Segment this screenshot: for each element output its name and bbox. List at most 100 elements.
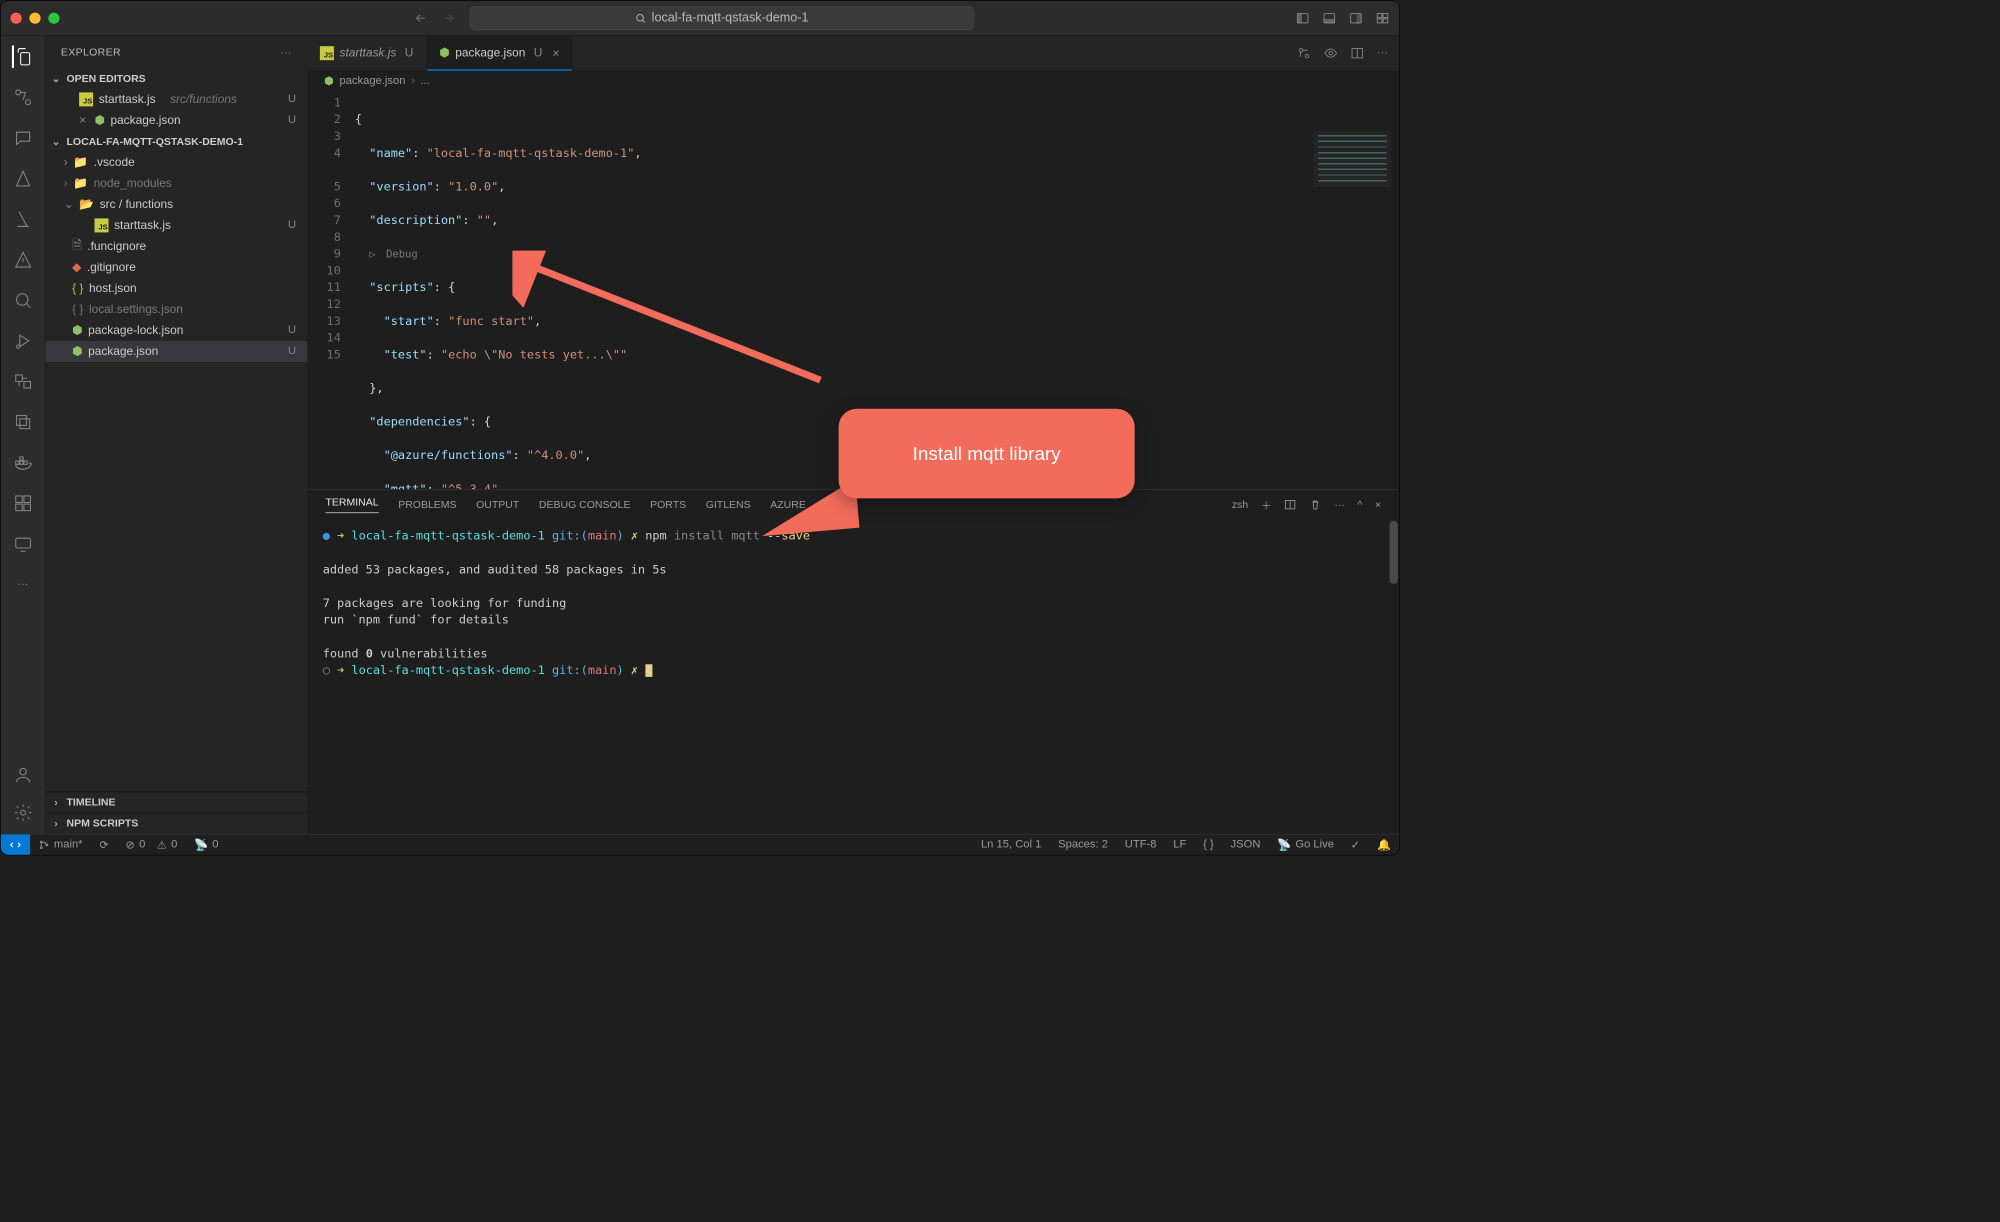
npm-scripts-header[interactable]: ›NPM SCRIPTS (46, 813, 308, 834)
tree-file[interactable]: ◆.gitignore (46, 257, 308, 278)
copy-tab-icon[interactable] (12, 411, 34, 433)
panel-close-icon[interactable]: × (1375, 499, 1381, 511)
terminal-kill-icon[interactable] (1309, 498, 1322, 511)
terminal-output: run `npm fund` for details (323, 612, 1384, 629)
layout-bottom-icon[interactable] (1322, 11, 1336, 25)
explorer-more-icon[interactable]: ··· (280, 46, 292, 58)
scm-branch[interactable]: main* (30, 838, 91, 851)
panel-tab-terminal[interactable]: TERMINAL (326, 496, 379, 513)
ports-status[interactable]: 📡0 (186, 838, 227, 852)
encoding-label: UTF-8 (1125, 838, 1157, 851)
azure-functions-icon[interactable] (12, 249, 34, 271)
run-tab-icon[interactable] (12, 330, 34, 352)
command-center[interactable]: local-fa-mqtt-qstask-demo-1 (470, 6, 974, 30)
sync-button[interactable]: ⟳ (91, 838, 117, 852)
explorer-tab-icon[interactable] (12, 46, 34, 68)
tree-file[interactable]: 🗎.funcignore (46, 236, 308, 257)
brackets-status[interactable]: { } (1195, 838, 1222, 852)
spaces-status[interactable]: Spaces: 2 (1050, 838, 1117, 852)
maximize-window-button[interactable] (48, 12, 59, 23)
folder-label: src / functions (100, 197, 173, 211)
notifications-button[interactable]: 🔔 (1369, 838, 1400, 852)
encoding-status[interactable]: UTF-8 (1116, 838, 1165, 852)
tab-starttask[interactable]: JSstarttask.jsU (307, 36, 426, 71)
settings-icon[interactable] (12, 802, 34, 824)
close-window-button[interactable] (11, 12, 22, 23)
json-icon: { } (72, 281, 83, 295)
layout-primary-icon[interactable] (1296, 11, 1310, 25)
error-count: 0 (139, 838, 145, 851)
file-hint: src/functions (170, 92, 237, 106)
minimize-window-button[interactable] (29, 12, 40, 23)
prettier-status[interactable]: ✓ (1342, 838, 1368, 852)
breadcrumb[interactable]: ⬢ package.json › ... (307, 71, 1399, 92)
warning-count: 0 (171, 838, 177, 851)
language-status[interactable]: JSON (1222, 838, 1269, 852)
explorer-title: EXPLORER (61, 46, 121, 58)
terminal-shell[interactable]: zsh (1232, 499, 1248, 511)
open-editors-header[interactable]: ⌄OPEN EDITORS (46, 68, 308, 89)
open-editor-item[interactable]: JSstarttask.js src/functionsU (46, 89, 308, 110)
tree-folder-open[interactable]: ⌄📂src / functions (46, 194, 308, 215)
panel-tab-gitlens[interactable]: GITLENS (706, 499, 751, 511)
minimap[interactable] (1314, 131, 1391, 187)
azure-resources-icon[interactable] (12, 208, 34, 230)
gutter: 123456789101112131415 (307, 92, 355, 364)
more-tab-icon[interactable]: ··· (12, 573, 34, 595)
panel-tab-problems[interactable]: PROBLEMS (398, 499, 456, 511)
remote-explorer-icon[interactable] (12, 533, 34, 555)
terminal-new-icon[interactable]: ＋ (1261, 497, 1272, 512)
layout-secondary-icon[interactable] (1349, 11, 1363, 25)
panel-maximize-icon[interactable]: ^ (1357, 499, 1362, 511)
terminal[interactable]: ● ➜ local-fa-mqtt-qstask-demo-1 git:(mai… (307, 519, 1399, 833)
tree-file[interactable]: { }local.settings.json (46, 299, 308, 320)
close-icon[interactable]: × (552, 46, 559, 61)
breadcrumb-rest: ... (420, 75, 429, 88)
ports-count: 0 (212, 838, 218, 851)
terminal-split-icon[interactable] (1284, 498, 1297, 511)
remote-tab-icon[interactable] (12, 370, 34, 392)
open-editor-item[interactable]: ×⬢package.jsonU (46, 110, 308, 131)
tab-package-json[interactable]: ⬢package.jsonU× (427, 36, 573, 71)
workspace-header[interactable]: ⌄LOCAL-FA-MQTT-QSTASK-DEMO-1 (46, 131, 308, 152)
panel-tab-ports[interactable]: PORTS (650, 499, 686, 511)
cursor-position[interactable]: Ln 15, Col 1 (973, 838, 1050, 852)
timeline-header[interactable]: ›TIMELINE (46, 792, 308, 813)
tree-folder[interactable]: ›📁.vscode (46, 152, 308, 173)
panel-tab-output[interactable]: OUTPUT (476, 499, 519, 511)
split-icon[interactable] (1350, 46, 1364, 60)
close-icon[interactable]: × (79, 113, 86, 127)
tree-file[interactable]: ⬢package-lock.jsonU (46, 320, 308, 341)
chat-tab-icon[interactable] (12, 127, 34, 149)
panel-tab-debug[interactable]: DEBUG CONSOLE (539, 499, 631, 511)
azure-tab-icon[interactable] (12, 167, 34, 189)
annotation-callout: Install mqtt library (839, 409, 1135, 499)
terminal-more-icon[interactable]: ··· (1334, 499, 1345, 511)
debug-codelens[interactable]: ▷ Debug (369, 246, 417, 263)
account-icon[interactable] (12, 764, 34, 786)
eol-status[interactable]: LF (1165, 838, 1195, 852)
tree-file[interactable]: JSstarttask.jsU (46, 215, 308, 236)
extensions-tab-icon[interactable] (12, 492, 34, 514)
file-label: .gitignore (87, 260, 136, 274)
tree-file[interactable]: { }host.json (46, 278, 308, 299)
docker-tab-icon[interactable] (12, 452, 34, 474)
remote-indicator[interactable] (1, 834, 30, 855)
tab-label: starttask.js (340, 46, 397, 60)
tree-folder[interactable]: ›📁node_modules (46, 173, 308, 194)
nav-forward-icon[interactable] (442, 11, 456, 25)
golive-button[interactable]: 📡Go Live (1269, 838, 1343, 852)
search-tab-icon[interactable] (12, 289, 34, 311)
tree-file[interactable]: ⬢package.jsonU (46, 341, 308, 362)
problems-status[interactable]: ⊘0 ⚠0 (117, 838, 186, 852)
compare-icon[interactable] (1297, 46, 1311, 60)
nav-back-icon[interactable] (414, 11, 428, 25)
gitlens-tab-icon[interactable] (12, 86, 34, 108)
more-icon[interactable]: ··· (1377, 47, 1388, 60)
badge: U (288, 93, 296, 106)
file-label: local.settings.json (89, 302, 183, 316)
preview-icon[interactable] (1324, 46, 1338, 60)
layout-customize-icon[interactable] (1376, 11, 1390, 25)
terminal-scrollbar[interactable] (1390, 521, 1398, 584)
callout-text: Install mqtt library (913, 443, 1061, 465)
